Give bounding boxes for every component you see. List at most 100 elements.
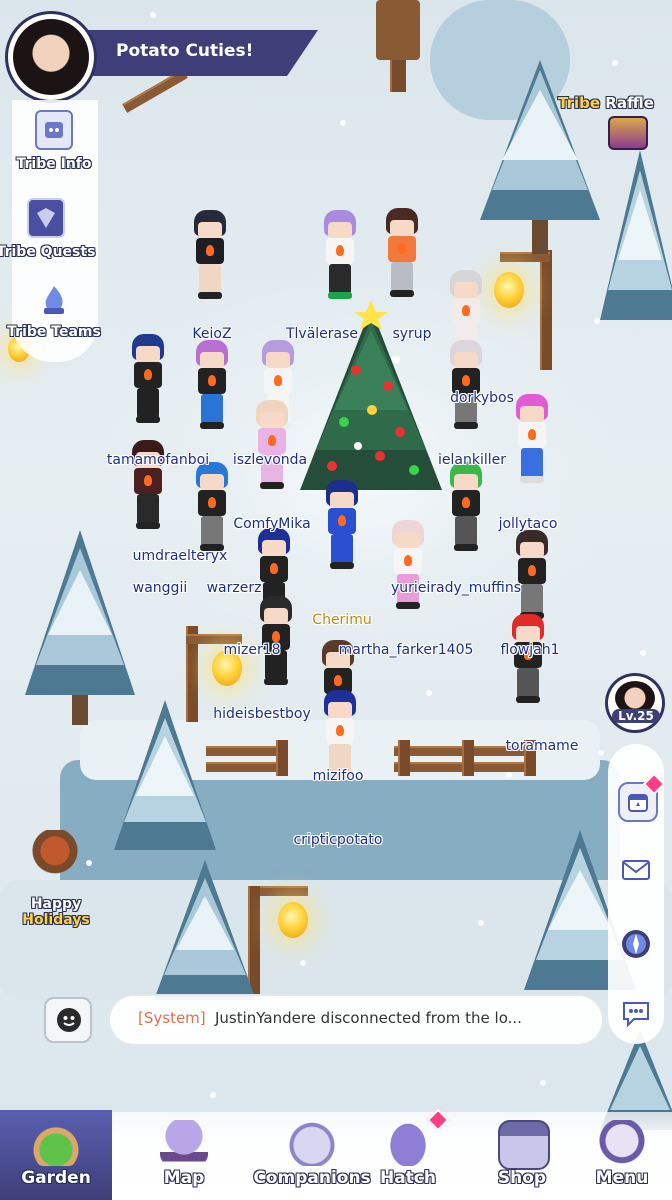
player-character[interactable]: [386, 520, 430, 610]
tribe-quests-label: Tribe Quests: [0, 244, 96, 260]
player-character[interactable]: [444, 462, 488, 552]
nav-shop-label: Shop: [497, 1168, 547, 1188]
nav-menu-label: Menu: [595, 1168, 649, 1188]
player-name: ielankiller: [438, 452, 506, 468]
player-name: umdraelteryx: [132, 548, 228, 564]
nav-hatch[interactable]: Hatch: [352, 1108, 464, 1200]
nav-map[interactable]: Map: [128, 1110, 240, 1200]
fence-post: [398, 740, 410, 776]
player-name: Tlvälerase: [285, 326, 359, 342]
snowflake: [478, 920, 484, 926]
player-character[interactable]: [188, 210, 232, 300]
menu-character-icon: [598, 1120, 646, 1166]
player-character[interactable]: [510, 394, 554, 484]
player-character[interactable]: [190, 340, 234, 430]
happy-holidays-icon: [32, 830, 78, 882]
tribe-info-label: Tribe Info: [16, 156, 92, 172]
nav-hatch-label: Hatch: [379, 1168, 436, 1188]
wooden-sign: [376, 0, 420, 60]
player-name: jollytaco: [498, 516, 558, 532]
tribe-info-button[interactable]: Tribe Info: [4, 110, 104, 172]
snowflake: [598, 750, 604, 756]
player-name: flowjah1: [500, 642, 560, 658]
snowflake: [540, 1080, 546, 1086]
snowflake: [340, 120, 346, 126]
player-name: ComfyMika: [233, 516, 311, 532]
chat-message-text: JustinYandere disconnected from the lo..…: [215, 1009, 522, 1027]
player-name: toramame: [505, 738, 579, 754]
snowflake: [594, 318, 600, 324]
player-name: wanggii: [132, 580, 188, 596]
happy-holidays-line-1: Happy: [30, 896, 82, 912]
tribe-raffle-label: Tribe Raffle: [558, 94, 654, 112]
player-character[interactable]: [506, 614, 550, 704]
nav-menu[interactable]: Menu: [572, 1110, 672, 1200]
flame-team-icon: [37, 282, 71, 318]
player-name: dorkybos: [450, 390, 514, 406]
player-character[interactable]: [444, 340, 488, 430]
chat-button[interactable]: [618, 996, 654, 1032]
balloon-map-icon: [160, 1120, 208, 1166]
player-character[interactable]: [320, 480, 364, 570]
snowy-pine-tree: [600, 150, 672, 320]
fence-post: [276, 740, 288, 776]
emoji-button[interactable]: [46, 999, 90, 1041]
happy-holidays-line-2: Holidays: [22, 912, 90, 928]
player-name: mizifoo: [312, 768, 364, 784]
player-avatar[interactable]: [8, 14, 94, 100]
player-character[interactable]: [190, 462, 234, 552]
player-name: KeioZ: [192, 326, 232, 342]
tribe-raffle-label-2: Raffle: [605, 94, 654, 112]
level-text: Lv.25: [612, 709, 660, 723]
player-name: Cherimu: [312, 612, 372, 628]
player-name: yurieirady_muffins: [390, 580, 522, 596]
tribe-raffle-button[interactable]: Tribe Raffle: [556, 78, 672, 152]
calendar-icon: [628, 794, 648, 812]
chat-bubble-icon: [623, 1002, 649, 1028]
player-character[interactable]: [380, 208, 424, 298]
snowflake: [426, 690, 432, 696]
chat-message-box[interactable]: [System] JustinYandere disconnected from…: [110, 996, 602, 1044]
tribe-quests-button[interactable]: Tribe Quests: [0, 198, 96, 260]
player-name: tamamofanboi: [106, 452, 210, 468]
snowflake: [506, 772, 512, 778]
player-name: martha_farker1405: [338, 642, 474, 658]
snowflake: [612, 60, 618, 66]
nav-shop[interactable]: Shop: [466, 1110, 578, 1200]
nav-garden[interactable]: Garden: [0, 1110, 112, 1200]
snowy-pine-tree: [114, 700, 216, 850]
player-character[interactable]: [318, 690, 362, 780]
emoji-icon: [57, 1008, 81, 1032]
nav-map-label: Map: [163, 1168, 205, 1188]
avatar-portrait-icon: [13, 19, 89, 95]
compass-button[interactable]: [618, 926, 654, 962]
player-name: mizer18: [223, 642, 281, 658]
player-name: syrup: [392, 326, 432, 342]
player-name: iszlevonda: [232, 452, 308, 468]
tribe-teams-button[interactable]: Tribe Teams: [4, 282, 104, 340]
companions-icon: [288, 1120, 336, 1166]
player-name: cripticpotato: [293, 832, 383, 848]
player-character[interactable]: [250, 400, 294, 490]
chat-bar: [System] JustinYandere disconnected from…: [46, 996, 602, 1044]
snowy-pine-tree: [154, 860, 256, 1000]
lantern: [494, 272, 524, 308]
mail-button[interactable]: [618, 852, 654, 888]
nav-garden-label: Garden: [21, 1168, 91, 1188]
tribe-name: Potato Cuties!: [116, 41, 254, 61]
player-character[interactable]: [126, 334, 170, 424]
lantern: [278, 902, 308, 938]
mail-icon: [622, 860, 650, 880]
snowflake: [210, 1092, 216, 1098]
hatch-egg-icon: [384, 1120, 432, 1166]
scroll-icon: [35, 110, 73, 150]
player-name: warzerz: [206, 580, 262, 596]
tribe-teams-label: Tribe Teams: [7, 324, 101, 340]
raffle-mask-icon: [608, 116, 648, 150]
snowflake: [640, 650, 646, 656]
player-character[interactable]: [254, 596, 298, 686]
player-character[interactable]: [318, 210, 362, 300]
happy-holidays-event[interactable]: Happy Holidays: [18, 830, 98, 928]
player-character[interactable]: [510, 530, 554, 620]
tribe-raffle-label-1: Tribe: [558, 94, 601, 112]
